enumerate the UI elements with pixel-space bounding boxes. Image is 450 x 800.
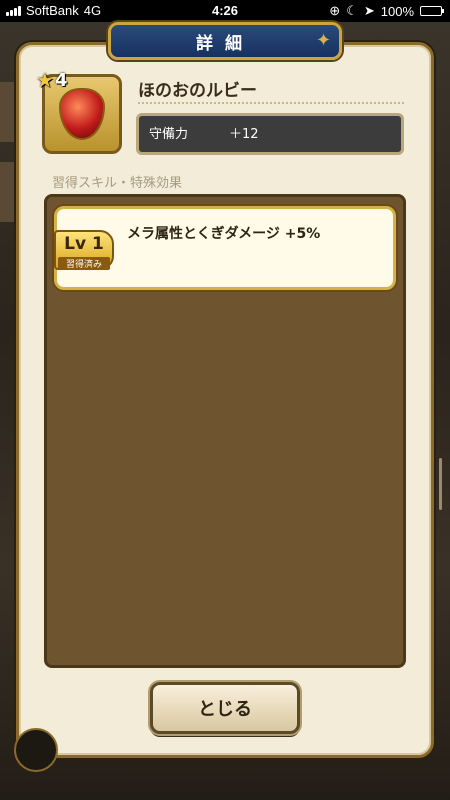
stat-value: ＋12 [229,127,259,142]
modal-title: 詳細 [108,22,342,60]
menu-orb-icon [14,728,58,772]
status-icons: ⊕ ☾ ➤ 100% [329,3,444,19]
level-badge: Lv 1 習得済み [54,230,114,270]
scrollbar[interactable] [439,458,442,510]
item-name: ほのおのルビー [138,81,257,101]
stat-label: 守備力 [149,127,189,142]
orientation-lock-icon: ⊕ [329,3,341,18]
moon-icon: ☾ [346,3,358,18]
skill-description: メラ属性とくぎダメージ +5% [127,226,321,242]
rarity-value: 4 [54,69,68,91]
battery-icon [420,6,444,16]
battery-percent: 100% [380,3,414,19]
section-label: 習得スキル・特殊効果 [52,176,183,191]
divider [138,102,404,104]
star-icon: ★ [36,68,54,92]
close-button[interactable]: とじる [150,682,300,734]
stat-box: 守備力 ＋12 [136,113,404,155]
learned-status: 習得済み [58,257,110,270]
title-ornament-right-icon: ✦ [316,30,332,51]
rarity-badge: ★ 4 [36,68,67,92]
status-bar: SoftBank 4G 4:26 ⊕ ☾ ➤ 100% [0,0,450,22]
level-label: Lv 1 [64,234,104,254]
ruby-gem-icon [59,88,105,140]
location-icon: ➤ [363,3,375,18]
